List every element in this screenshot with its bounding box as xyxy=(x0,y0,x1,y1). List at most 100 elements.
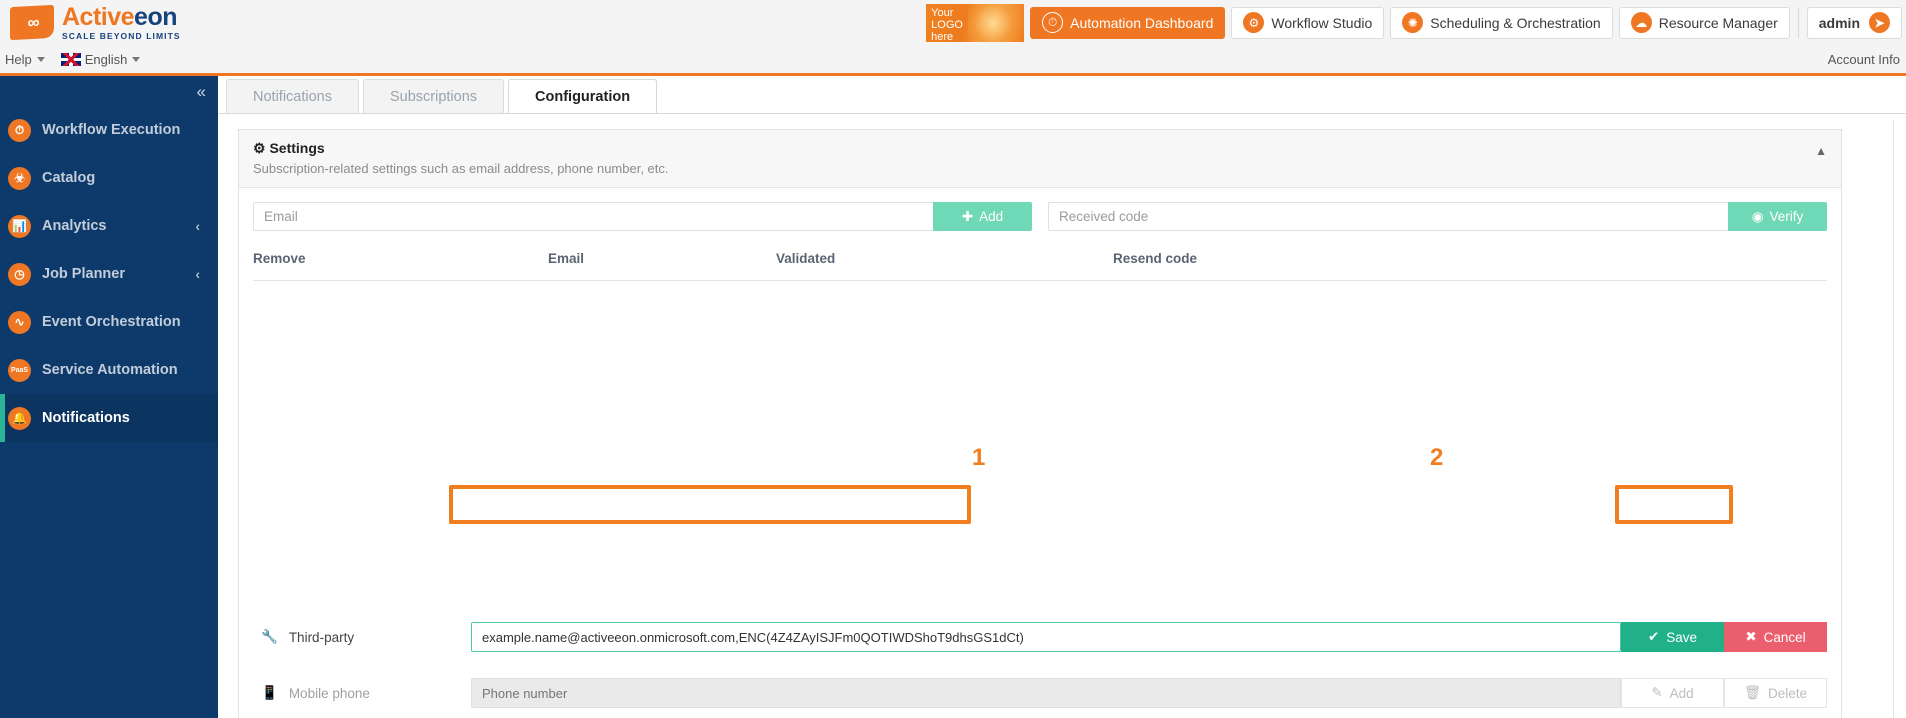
add-phone-button[interactable]: ✎ Add xyxy=(1621,678,1724,708)
sidebar-item-event-orchestration[interactable]: ∿ Event Orchestration xyxy=(0,298,218,346)
sidebar-collapse-icon[interactable]: « xyxy=(197,82,206,102)
sidebar-item-workflow-execution[interactable]: ⏱ Workflow Execution xyxy=(0,106,218,154)
nav-scheduling-orchestration[interactable]: ✺ Scheduling & Orchestration xyxy=(1390,6,1613,39)
brand-logo[interactable]: ∞ Activeeon SCALE BEYOND LIMITS xyxy=(0,2,181,41)
promo-line-1: Your xyxy=(931,6,954,19)
sidebar-item-service-automation[interactable]: PaaS Service Automation xyxy=(0,346,218,394)
plus-icon: ✚ xyxy=(961,208,974,224)
save-button[interactable]: ✔ Save xyxy=(1621,622,1724,652)
email-verify-row: ✚ Add ◉ Verify xyxy=(253,202,1827,231)
speedometer-icon: ⏱ xyxy=(8,118,31,142)
cancel-button[interactable]: ✖ Cancel xyxy=(1724,622,1827,652)
sidebar-item-analytics[interactable]: 📊 Analytics ‹ xyxy=(0,202,218,250)
row-label: Third-party xyxy=(288,629,355,645)
eye-shield-icon: ◉ xyxy=(1751,208,1764,224)
cancel-label: Cancel xyxy=(1763,629,1806,645)
chevron-left-icon: ‹ xyxy=(195,218,200,234)
chevron-down-icon xyxy=(132,56,141,62)
pulse-icon: ∿ xyxy=(8,310,31,334)
x-icon: ✖ xyxy=(1745,629,1757,644)
uk-flag-icon xyxy=(60,52,81,66)
third-party-label-cell: 🔧 Third-party xyxy=(253,629,471,645)
brand-name-eon: eon xyxy=(134,2,177,31)
language-label: English xyxy=(84,51,128,67)
logout-icon: ➤ xyxy=(1869,12,1890,33)
workflow-icon: ⚙ xyxy=(1243,12,1265,33)
nav-divider xyxy=(1797,7,1799,38)
third-party-actions: ✔ Save ✖ Cancel xyxy=(1621,622,1827,652)
gear-icon: ⚙ xyxy=(253,140,266,156)
delete-phone-button[interactable]: 🗑 Delete xyxy=(1724,678,1827,708)
sidebar-item-label: Analytics xyxy=(42,218,107,234)
settings-panel-body: ✚ Add ◉ Verify Remove Email xyxy=(239,188,1841,708)
third-party-input[interactable] xyxy=(471,622,1621,652)
clock-icon: ◷ xyxy=(8,262,31,286)
code-input-group: ◉ Verify xyxy=(1048,202,1827,231)
trash-icon: 🗑 xyxy=(1743,685,1762,700)
settings-panel-header: ⚙ Settings Subscription-related settings… xyxy=(239,130,1841,188)
account-info-label: Account Info xyxy=(1827,51,1900,67)
column-header-email: Email xyxy=(548,251,776,281)
nav-label: Workflow Studio xyxy=(1271,14,1373,31)
row-label: Mobile phone xyxy=(288,685,370,701)
top-bar: ∞ Activeeon SCALE BEYOND LIMITS Your LOG… xyxy=(0,0,1906,45)
email-input-group: ✚ Add xyxy=(253,202,1032,231)
user-label: admin xyxy=(1818,14,1860,31)
nav-automation-dashboard[interactable]: ⏱ Automation Dashboard xyxy=(1030,6,1226,39)
panel-subtitle: Subscription-related settings such as em… xyxy=(253,161,669,176)
bell-icon: 🔔 xyxy=(8,406,31,430)
chevron-down-icon xyxy=(36,56,45,62)
sidebar-items: ⏱ Workflow Execution ☣ Catalog 📊 Analyti… xyxy=(0,76,218,442)
panel-title-row: ⚙ Settings xyxy=(253,140,1827,157)
sidebar-item-notifications[interactable]: 🔔 Notifications xyxy=(0,394,218,442)
nav-workflow-studio[interactable]: ⚙ Workflow Studio xyxy=(1231,6,1385,39)
annotation-2: 2 xyxy=(1430,444,1444,471)
sidebar: « ⏱ Workflow Execution ☣ Catalog 📊 Analy… xyxy=(0,76,218,718)
save-label: Save xyxy=(1666,629,1698,645)
add-email-button[interactable]: ✚ Add xyxy=(933,202,1032,231)
catalog-icon: ☣ xyxy=(8,166,31,190)
sidebar-item-label: Notifications xyxy=(42,410,130,426)
tab-notifications[interactable]: Notifications xyxy=(226,79,359,113)
tab-configuration[interactable]: Configuration xyxy=(508,79,658,113)
gears-icon: ✺ xyxy=(1402,12,1424,33)
verify-label: Verify xyxy=(1769,209,1804,224)
column-header-remove: Remove xyxy=(253,251,548,281)
third-party-row: 🔧 Third-party ✔ Save ✖ Cancel xyxy=(253,616,1827,658)
add-phone-label: Add xyxy=(1669,685,1694,701)
verify-code-button[interactable]: ◉ Verify xyxy=(1728,202,1827,231)
brand-name: Activeeon xyxy=(62,2,181,31)
paas-icon: PaaS xyxy=(8,358,31,382)
sidebar-item-catalog[interactable]: ☣ Catalog xyxy=(0,154,218,202)
received-code-input[interactable] xyxy=(1048,202,1728,231)
infinity-icon: ∞ xyxy=(10,4,54,41)
right-divider xyxy=(1893,121,1894,718)
sidebar-item-label: Catalog xyxy=(42,170,96,186)
tab-label: Subscriptions xyxy=(389,88,478,105)
column-header-resend-code: Resend code xyxy=(1113,251,1827,281)
sidebar-item-job-planner[interactable]: ◷ Job Planner ‹ xyxy=(0,250,218,298)
mobile-phone-field xyxy=(471,678,1621,708)
help-menu[interactable]: Help xyxy=(5,52,45,67)
mobile-phone-input[interactable] xyxy=(471,678,1621,708)
annotation-1: 1 xyxy=(972,444,986,471)
promo-logo-placeholder[interactable]: Your LOGO here xyxy=(926,3,1025,42)
promo-line-3: here xyxy=(931,30,954,42)
chart-icon: 📊 xyxy=(8,214,31,238)
mobile-phone-actions: ✎ Add 🗑 Delete xyxy=(1621,678,1827,708)
sidebar-item-label: Event Orchestration xyxy=(42,314,181,330)
tab-bar: Notifications Subscriptions Configuratio… xyxy=(218,76,1906,114)
tab-label: Configuration xyxy=(535,88,631,105)
nav-resource-manager[interactable]: ☁ Resource Manager xyxy=(1618,6,1790,39)
email-input[interactable] xyxy=(253,202,933,231)
mobile-phone-label-cell: 📱 Mobile phone xyxy=(253,685,471,701)
account-info-link[interactable]: Account Info xyxy=(1828,52,1906,67)
language-menu[interactable]: English xyxy=(60,51,141,67)
table-header-row: Remove Email Validated Resend code xyxy=(253,251,1827,281)
promo-line-2: LOGO xyxy=(931,18,963,31)
user-menu-button[interactable]: admin ➤ xyxy=(1806,6,1902,39)
emails-table: Remove Email Validated Resend code xyxy=(253,251,1827,281)
tab-subscriptions[interactable]: Subscriptions xyxy=(362,79,505,113)
nav-label: Resource Manager xyxy=(1658,14,1778,31)
chevron-up-icon[interactable]: ▲ xyxy=(1815,144,1827,158)
